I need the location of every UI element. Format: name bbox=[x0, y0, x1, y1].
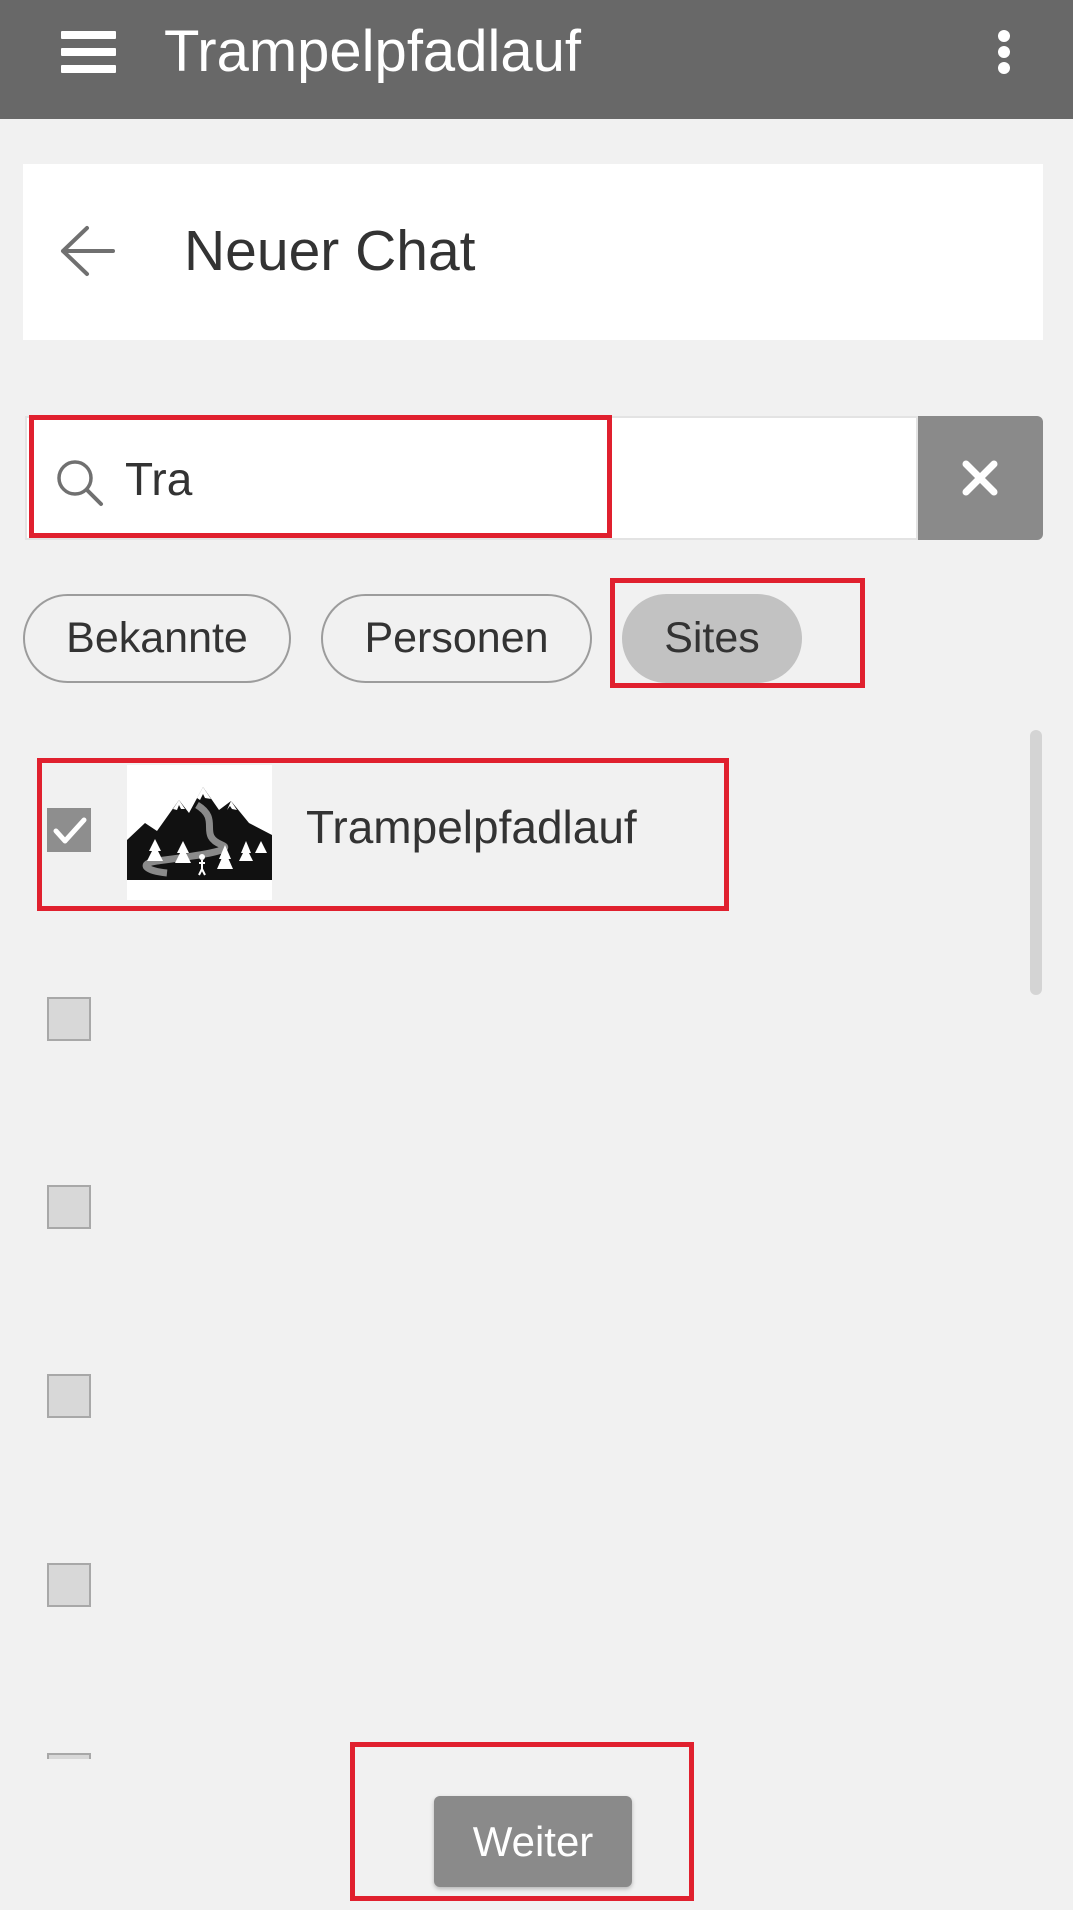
select-checkbox-trampelpfadlauf[interactable] bbox=[47, 808, 91, 852]
filter-chip-sites[interactable]: Sites bbox=[622, 594, 802, 683]
close-icon bbox=[962, 460, 998, 496]
filter-chip-personen[interactable]: Personen bbox=[321, 594, 592, 683]
more-vert-icon[interactable] bbox=[997, 30, 1011, 74]
search-field[interactable] bbox=[25, 416, 918, 540]
page-title: Neuer Chat bbox=[184, 219, 476, 283]
scrollbar-thumb[interactable] bbox=[1030, 730, 1042, 995]
weiter-button[interactable]: Weiter bbox=[434, 1796, 632, 1887]
select-checkbox[interactable] bbox=[47, 1753, 91, 1759]
select-checkbox[interactable] bbox=[47, 1374, 91, 1418]
select-checkbox[interactable] bbox=[47, 997, 91, 1041]
filter-chip-bekannte[interactable]: Bekannte bbox=[23, 594, 291, 683]
search-input[interactable] bbox=[125, 444, 885, 514]
clear-search-button[interactable] bbox=[918, 416, 1043, 540]
search-icon bbox=[55, 458, 105, 508]
arrow-left-icon[interactable] bbox=[57, 222, 115, 280]
site-thumbnail bbox=[127, 765, 272, 900]
app-title: Trampelpfadlauf bbox=[164, 19, 581, 84]
header-card: Neuer Chat bbox=[23, 164, 1043, 340]
select-checkbox[interactable] bbox=[47, 1563, 91, 1607]
site-name[interactable]: Trampelpfadlauf bbox=[306, 800, 637, 854]
checkmark-icon bbox=[53, 817, 87, 844]
mountain-forest-logo bbox=[127, 765, 272, 900]
app-bar: Trampelpfadlauf bbox=[0, 0, 1073, 119]
select-checkbox[interactable] bbox=[47, 1185, 91, 1229]
hamburger-menu-icon[interactable] bbox=[61, 31, 116, 73]
